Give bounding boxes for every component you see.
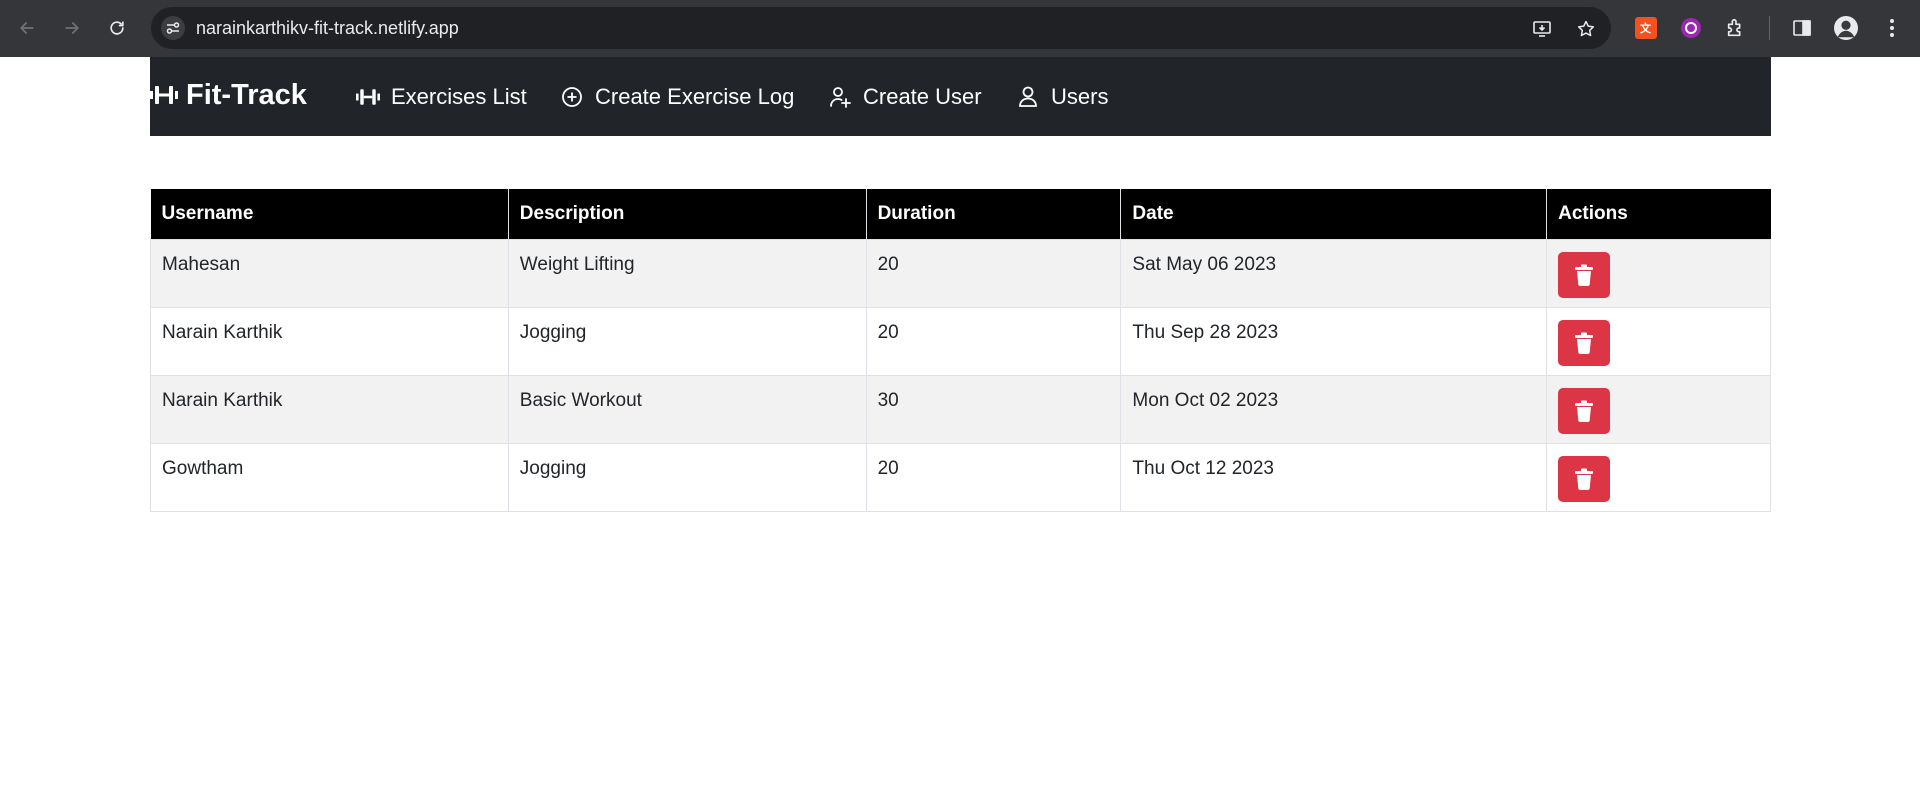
cell-username: Mahesan (150, 238, 509, 308)
delete-button[interactable] (1558, 251, 1611, 298)
cell-username: Narain Karthik (150, 306, 509, 376)
cell-description: Jogging (507, 442, 867, 512)
header-duration: Duration (866, 189, 1122, 239)
trash-icon (1575, 468, 1594, 490)
brand-link[interactable]: Fit-Track (150, 77, 307, 113)
cell-duration: 20 (865, 442, 1122, 512)
brand-name: Fit-Track (186, 78, 307, 111)
cell-description: Weight Lifting (507, 238, 867, 308)
header-actions: Actions (1546, 189, 1771, 239)
dumbbell-icon (356, 89, 380, 105)
extension-translate-icon[interactable]: 文 (1634, 16, 1658, 40)
address-bar[interactable]: narainkarthikv-fit-track.netlify.app (151, 7, 1611, 49)
nav-link-label: Exercises List (391, 84, 527, 109)
bookmark-star-icon[interactable] (1575, 18, 1597, 40)
plus-circle-icon (562, 87, 582, 107)
menu-kebab-icon[interactable] (1880, 16, 1904, 40)
cell-username: Gowtham (150, 442, 509, 512)
app-navbar: Fit-Track Exercises List Create Exercise… (150, 57, 1771, 136)
cell-username: Narain Karthik (150, 374, 509, 444)
person-icon (1019, 86, 1037, 107)
nav-exercises-list[interactable]: Exercises List (356, 81, 527, 113)
header-description: Description (508, 189, 867, 239)
cell-actions (1546, 238, 1771, 308)
nav-create-user[interactable]: Create User (828, 81, 982, 113)
site-info-icon[interactable] (161, 16, 185, 40)
nav-link-label: Create User (863, 84, 982, 109)
nav-create-exercise-log[interactable]: Create Exercise Log (560, 81, 794, 113)
cell-duration: 20 (865, 238, 1122, 308)
exercises-table: Username Description Duration Date Actio… (150, 189, 1771, 512)
svg-text:文: 文 (1640, 21, 1652, 35)
cell-actions (1546, 374, 1771, 444)
nav-users[interactable]: Users (1016, 81, 1108, 113)
trash-icon (1575, 332, 1594, 354)
extensions-puzzle-icon[interactable] (1724, 16, 1748, 40)
trash-icon (1575, 264, 1594, 286)
delete-button[interactable] (1558, 319, 1611, 366)
cell-duration: 30 (865, 374, 1122, 444)
install-app-icon[interactable] (1531, 18, 1553, 40)
cell-date: Thu Oct 12 2023 (1120, 442, 1548, 512)
delete-button[interactable] (1558, 387, 1611, 434)
reload-icon[interactable] (104, 15, 130, 41)
cell-duration: 20 (865, 306, 1122, 376)
cell-date: Sat May 06 2023 (1120, 238, 1548, 308)
header-date: Date (1120, 189, 1548, 239)
trash-icon (1575, 400, 1594, 422)
cell-date: Thu Sep 28 2023 (1120, 306, 1548, 376)
side-panel-icon[interactable] (1790, 16, 1814, 40)
cell-description: Basic Workout (507, 374, 867, 444)
nav-link-label: Users (1051, 84, 1109, 109)
url-text[interactable]: narainkarthikv-fit-track.netlify.app (196, 18, 459, 39)
forward-arrow-icon[interactable] (59, 15, 85, 41)
cell-actions (1546, 442, 1771, 512)
cell-date: Mon Oct 02 2023 (1120, 374, 1548, 444)
table-row: Narain Karthik Basic Workout 30 Mon Oct … (150, 374, 1771, 444)
cell-description: Jogging (507, 306, 867, 376)
delete-button[interactable] (1558, 455, 1611, 502)
browser-toolbar: narainkarthikv-fit-track.netlify.app 文 (0, 0, 1920, 57)
table-row: Mahesan Weight Lifting 20 Sat May 06 202… (150, 238, 1771, 308)
toolbar-separator (1769, 16, 1770, 40)
back-arrow-icon[interactable] (14, 15, 40, 41)
nav-link-label: Create Exercise Log (595, 84, 795, 109)
table-row: Gowtham Jogging 20 Thu Oct 12 2023 (150, 442, 1771, 512)
cell-actions (1546, 306, 1771, 376)
table-header-row: Username Description Duration Date Actio… (150, 189, 1771, 239)
person-plus-icon (830, 87, 851, 108)
extension-purple-icon[interactable] (1679, 16, 1703, 40)
dumbbell-icon (150, 86, 178, 104)
table-row: Narain Karthik Jogging 20 Thu Sep 28 202… (150, 306, 1771, 376)
profile-avatar-icon[interactable] (1834, 16, 1858, 40)
header-username: Username (150, 189, 509, 239)
